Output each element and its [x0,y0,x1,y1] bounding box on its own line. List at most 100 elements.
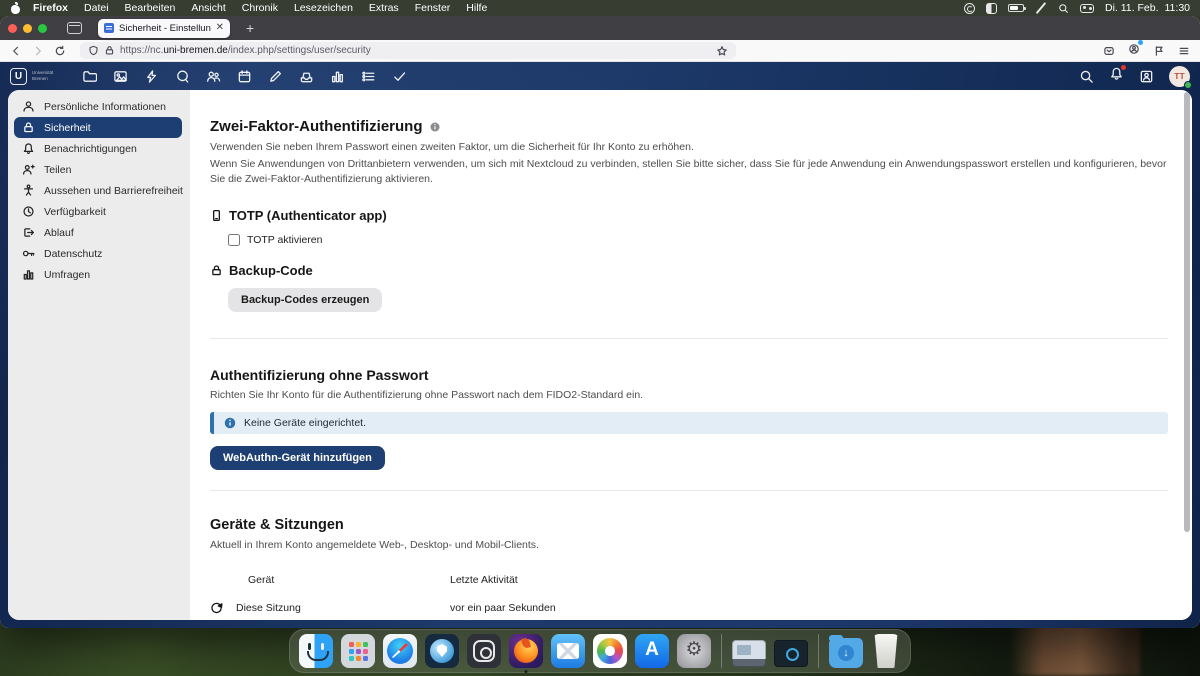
forward-button[interactable] [32,45,44,57]
passwordless-heading: Authentifizierung ohne Passwort [210,367,1168,383]
contacts-app-icon[interactable] [198,62,229,90]
url-bar[interactable]: https://nc.uni-bremen.de/index.php/setti… [80,42,736,59]
totp-checkbox[interactable] [228,234,240,246]
app-menu-hamburger-icon[interactable] [1178,45,1190,57]
new-tab-button[interactable]: + [246,21,254,35]
sidebar-item-notifications[interactable]: Benachrichtigungen [14,138,182,159]
extension-flag-icon[interactable] [1153,45,1165,57]
pocket-icon[interactable] [1103,45,1115,57]
menu-bearbeiten[interactable]: Bearbeiten [117,2,184,14]
bookmark-star-icon[interactable] [716,45,728,57]
sidebar-label: Datenschutz [44,248,102,260]
menu-extras[interactable]: Extras [361,2,407,14]
minimize-window-button[interactable] [23,24,32,33]
photos-app-icon[interactable] [105,62,136,90]
reload-button[interactable] [54,45,66,57]
sidebar-item-flow[interactable]: Ablauf [14,222,182,243]
menu-lesezeichen[interactable]: Lesezeichen [286,2,361,14]
menu-chronik[interactable]: Chronik [234,2,286,14]
lock-icon [210,264,223,277]
firefox-view-icon[interactable] [67,22,82,34]
talk-app-icon[interactable] [167,62,198,90]
activity-app-icon[interactable] [136,62,167,90]
dock-minimized-window-2-icon[interactable] [774,640,808,667]
display-menubar-icon[interactable] [986,3,997,14]
tab-close-icon[interactable]: ✕ [216,23,224,33]
dock-finder-icon[interactable] [299,634,333,668]
dock-downloads-folder-icon[interactable] [829,638,863,668]
uni-bremen-logo[interactable]: U UniversitätBremen [10,68,68,85]
settings-content: Zwei-Faktor-Authentifizierung Verwenden … [190,90,1192,620]
browser-tab[interactable]: Sicherheit - Einstellungen - Uni ✕ [98,19,230,38]
dock-security-app-icon[interactable] [425,634,459,668]
dock-safari-icon[interactable] [383,634,417,668]
mail-app-icon[interactable] [291,62,322,90]
menubar-clock[interactable]: Di. 11. Feb. 11:30 [1105,2,1190,14]
sidebar-item-accessibility[interactable]: Aussehen und Barrierefreiheit [14,180,182,201]
info-circle-icon [224,417,236,429]
dock-system-settings-icon[interactable] [677,634,711,668]
totp-checkbox-label[interactable]: TOTP aktivieren [247,234,322,246]
analytics-app-icon[interactable] [322,62,353,90]
unified-search-icon[interactable] [1079,69,1094,84]
user-avatar[interactable]: TT [1169,66,1190,87]
zoom-window-button[interactable] [38,24,47,33]
twofactor-heading: Zwei-Faktor-Authentifizierung [210,118,1168,135]
adobe-cc-menubar-icon[interactable] [964,3,975,14]
sidebar-item-privacy[interactable]: Datenschutz [14,243,182,264]
back-button[interactable] [10,45,22,57]
app-navigation [74,62,415,90]
notifications-bell-icon[interactable] [1109,66,1124,86]
menu-datei[interactable]: Datei [76,2,117,14]
dock-screenshot-icon[interactable] [467,634,501,668]
sidebar-item-personal-info[interactable]: Persönliche Informationen [14,96,182,117]
battery-icon[interactable] [1008,4,1024,12]
stylus-menubar-icon[interactable] [1035,2,1047,14]
sidebar-label: Ablauf [44,227,74,239]
sidebar-item-availability[interactable]: Verfügbarkeit [14,201,182,222]
sidebar-label: Aussehen und Barrierefreiheit [44,185,183,197]
dock-launchpad-icon[interactable] [341,634,375,668]
generate-backup-codes-button[interactable]: Backup-Codes erzeugen [228,288,382,312]
smartphone-icon [210,209,223,222]
sidebar-item-surveys[interactable]: Umfragen [14,264,182,285]
clock-time: 11:30 [1165,2,1191,14]
dock-firefox-icon[interactable] [509,634,543,668]
notes-app-icon[interactable] [260,62,291,90]
menu-firefox[interactable]: Firefox [25,2,76,14]
sidebar-item-security[interactable]: Sicherheit [14,117,182,138]
dock-app-store-icon[interactable] [635,634,669,668]
nextcloud-body: Persönliche Informationen Sicherheit Ben… [0,90,1200,628]
menu-fenster[interactable]: Fenster [407,2,459,14]
connection-lock-icon[interactable] [104,45,115,56]
dock-mail-icon[interactable] [551,634,585,668]
tasks-list-app-icon[interactable] [353,62,384,90]
add-webauthn-device-button[interactable]: WebAuthn-Gerät hinzufügen [210,446,385,470]
spotlight-search-icon[interactable] [1058,3,1069,14]
tasks-check-app-icon[interactable] [384,62,415,90]
logo-letter: U [10,68,27,85]
control-center-icon[interactable] [1080,4,1094,13]
passwordless-desc: Richten Sie Ihr Konto für die Authentifi… [210,388,1168,403]
tracking-shield-icon[interactable] [88,45,99,56]
tab-favicon [104,23,114,33]
page-scrollbar[interactable] [1184,92,1190,532]
info-icon[interactable] [429,121,441,133]
calendar-app-icon[interactable] [229,62,260,90]
col-header-device: Gerät [236,567,450,593]
contacts-menu-icon[interactable] [1139,69,1154,84]
menu-ansicht[interactable]: Ansicht [183,2,233,14]
sidebar-label: Teilen [44,164,71,176]
dock-photos-icon[interactable] [593,634,627,668]
dock-trash-icon[interactable] [871,634,901,668]
twofactor-desc-2: Wenn Sie Anwendungen von Drittanbietern … [210,157,1168,187]
dock [289,629,911,673]
firefox-account-icon[interactable] [1128,42,1140,60]
devices-heading: Geräte & Sitzungen [210,517,1168,533]
sidebar-item-sharing[interactable]: Teilen [14,159,182,180]
files-app-icon[interactable] [74,62,105,90]
dock-minimized-window-icon[interactable] [732,640,766,667]
apple-menu-icon[interactable] [10,3,21,14]
close-window-button[interactable] [8,24,17,33]
menu-hilfe[interactable]: Hilfe [458,2,495,14]
